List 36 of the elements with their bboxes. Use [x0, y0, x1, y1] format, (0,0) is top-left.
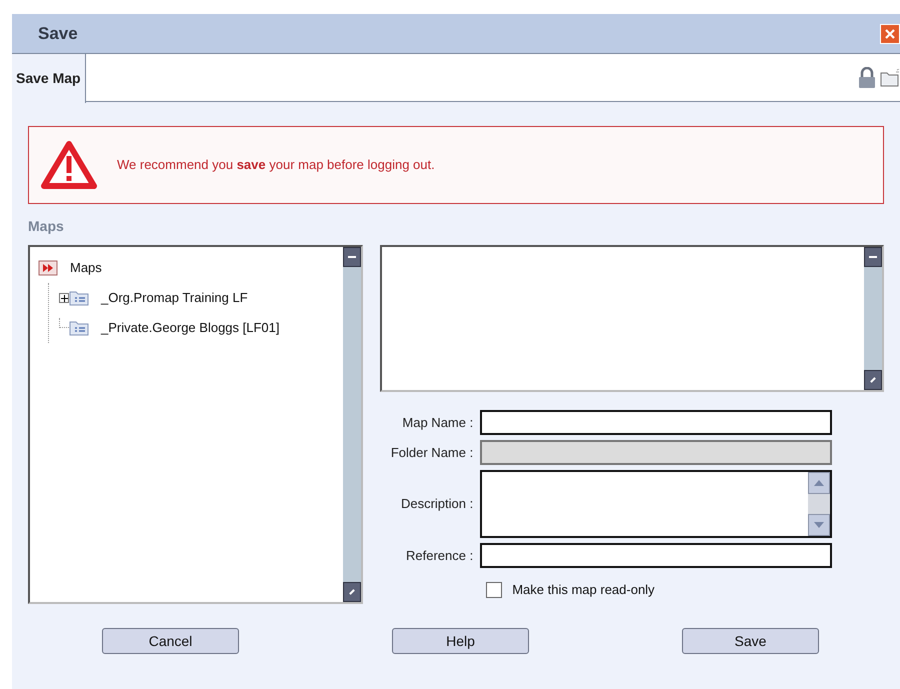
collapse-icon[interactable]: [343, 247, 362, 267]
close-button[interactable]: [880, 24, 900, 44]
scroll-up-icon[interactable]: [808, 472, 830, 494]
resize-icon[interactable]: [343, 582, 362, 602]
tree-item[interactable]: _Private.George Bloggs [LF01]: [101, 318, 280, 338]
text-field[interactable]: [480, 410, 832, 435]
scrollbar[interactable]: [864, 247, 882, 390]
resize-icon[interactable]: [864, 370, 882, 390]
close-icon: [884, 28, 896, 40]
checkbox[interactable]: [486, 582, 502, 598]
tab[interactable]: Save Map: [12, 54, 86, 103]
lock-icon[interactable]: [858, 66, 876, 88]
text-field[interactable]: [480, 543, 832, 568]
warning-message: We recommend you save your map before logging out.: [117, 156, 435, 174]
dialog-button[interactable]: Save: [682, 628, 819, 654]
scroll-down-icon[interactable]: [808, 514, 830, 536]
collapse-icon[interactable]: [864, 247, 882, 267]
warning-icon: [41, 141, 97, 189]
folder-icon: [69, 290, 89, 306]
field-label: Description :: [400, 495, 474, 514]
scrollbar[interactable]: [343, 247, 362, 602]
new-folder-icon[interactable]: [880, 68, 900, 86]
tree-item[interactable]: Maps: [70, 258, 102, 278]
folder-icon: [69, 320, 89, 336]
field-label: Reference :: [405, 546, 474, 565]
checkbox-label: Make this map read-only: [512, 581, 655, 599]
description-field[interactable]: [480, 470, 832, 538]
maps-root-icon: [38, 260, 58, 276]
expand-toggle[interactable]: [59, 293, 69, 303]
field-label: Map Name :: [401, 414, 474, 432]
section-label: Maps: [28, 217, 65, 236]
tree-item[interactable]: _Org.Promap Training LF: [101, 288, 248, 308]
dialog-button[interactable]: Help: [392, 628, 529, 654]
window-title: Save: [38, 22, 78, 45]
dialog-button[interactable]: Cancel: [102, 628, 239, 654]
field-label: Folder Name :: [390, 444, 474, 462]
